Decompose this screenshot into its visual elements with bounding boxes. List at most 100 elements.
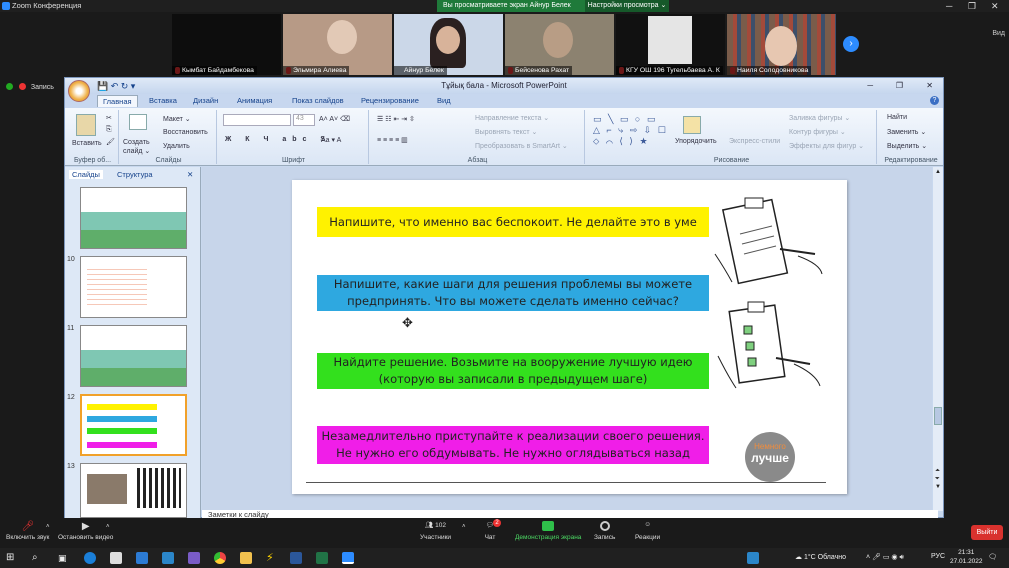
reactions-button[interactable]: ☺ Реакции [635, 521, 660, 541]
quick-access-icons[interactable]: 💾 ↶ ↻ ▾ [97, 78, 135, 94]
align-text-button[interactable]: Выровнять текст ⌄ [475, 128, 537, 136]
office-button-icon[interactable] [68, 80, 90, 102]
participants-button[interactable]: 👥︎ 102 Участники [420, 521, 451, 541]
ppt-minimize-icon[interactable]: ─ [867, 78, 873, 94]
tab-home[interactable]: Главная [97, 95, 138, 107]
tab-slideshow[interactable]: Показ слайдов [292, 96, 344, 105]
word-icon[interactable] [290, 552, 302, 564]
edge-icon[interactable] [84, 552, 96, 564]
font-grow-icon[interactable]: A˄ A˅ ⌫ [319, 115, 350, 123]
quick-styles-button[interactable]: Экспресс-стили [729, 138, 780, 145]
slide-thumbnail-current[interactable] [80, 394, 187, 456]
new-slide-icon[interactable] [129, 114, 147, 130]
restore-icon[interactable]: ❐ [968, 0, 976, 12]
search-icon[interactable]: ⌕ [32, 552, 44, 564]
participant-tile[interactable]: Айнур Белек [394, 14, 503, 75]
participant-tile[interactable]: Кымбат Байдамбекова [172, 14, 281, 75]
participant-tile[interactable]: Бейсенова Рахат [505, 14, 614, 75]
cut-icon[interactable]: ✂ [106, 114, 112, 122]
participant-tile[interactable]: КГУ ОШ 196 Тугельбаева А. К [616, 14, 725, 75]
video-options-icon[interactable]: ˄ [106, 524, 110, 530]
smartart-button[interactable]: Преобразовать в SmartArt ⌄ [475, 142, 568, 150]
find-button[interactable]: Найти [887, 114, 907, 121]
ppt-close-icon[interactable]: ✕ [926, 78, 933, 94]
list-icons[interactable]: ☰ ☷ ⇤ ⇥ ⇳ [377, 115, 415, 123]
participant-tile[interactable]: Наиля Солодовникова [727, 14, 836, 75]
scroll-page-icons[interactable]: ⏶ ⏷ ▼ [935, 467, 941, 491]
view-button[interactable]: Вид [992, 30, 1005, 37]
text-direction-button[interactable]: Направление текста ⌄ [475, 114, 549, 122]
tab-insert[interactable]: Вставка [149, 96, 177, 105]
chrome-icon[interactable] [214, 552, 226, 564]
tab-design[interactable]: Дизайн [193, 96, 218, 105]
shapes-gallery-icon[interactable]: ▭ ╲ ▭ ○ ▭ △ ⌐ ⤷ ⇨ ⇩ ☐ ⬦ ⌒ ⟨ ⟩ ★ [593, 114, 668, 147]
app-bolt-icon[interactable]: ⚡︎ [266, 552, 278, 564]
notifications-icon[interactable]: 🗨︎ [988, 553, 997, 561]
font-color-icon[interactable]: Aa ▾ A [321, 136, 341, 144]
font-format-icons[interactable]: Ж К Ч abc S [225, 136, 331, 143]
shape-fill-button[interactable]: Заливка фигуры ⌄ [789, 114, 850, 122]
layout-button[interactable]: Макет ⌄ [163, 115, 191, 123]
shape-outline-button[interactable]: Контур фигуры ⌄ [789, 128, 846, 136]
select-button[interactable]: Выделить ⌄ [887, 142, 927, 150]
slide-thumbnail[interactable] [80, 256, 187, 318]
copy-icon[interactable]: ⎘ [106, 126, 112, 134]
scroll-up-icon[interactable]: ▲ [935, 169, 941, 175]
record-button[interactable]: Запись [594, 521, 615, 541]
tab-animation[interactable]: Анимация [237, 96, 272, 105]
delete-button[interactable]: Удалить [163, 143, 190, 150]
step-4-box[interactable]: Незамедлительно приступайте к реализации… [317, 426, 709, 464]
replace-button[interactable]: Заменить ⌄ [887, 128, 926, 136]
shape-effects-button[interactable]: Эффекты для фигур ⌄ [789, 142, 864, 150]
view-options-button[interactable]: Настройки просмотра ⌄ [585, 0, 669, 12]
unmute-button[interactable]: 🎤︎ Включить звук [6, 521, 49, 541]
folder-icon[interactable] [240, 552, 252, 564]
slide-thumbnail[interactable] [80, 325, 187, 387]
minimize-icon[interactable]: ─ [946, 0, 952, 12]
help-icon[interactable]: ? [930, 96, 939, 105]
zoom-taskbar-icon[interactable] [342, 552, 354, 564]
tab-view[interactable]: Вид [437, 96, 451, 105]
step-3-box[interactable]: Найдите решение. Возьмите на вооружение … [317, 353, 709, 389]
gallery-next-icon[interactable]: › [843, 36, 859, 52]
slide-thumbnail[interactable] [80, 463, 187, 518]
ppt-restore-icon[interactable]: ❐ [896, 78, 903, 94]
leave-button[interactable]: Выйти [971, 525, 1003, 540]
format-painter-icon[interactable]: 🖌 [106, 138, 115, 146]
step-1-box[interactable]: Напишите, что именно вас беспокоит. Не д… [317, 207, 709, 237]
font-size-select[interactable]: 43 [293, 114, 315, 126]
pane-close-icon[interactable]: ✕ [187, 170, 193, 179]
audio-options-icon[interactable]: ˄ [46, 524, 50, 530]
paste-button[interactable]: Вставить [72, 140, 102, 147]
app-l-tray-icon[interactable] [747, 552, 759, 564]
app-icon[interactable] [188, 552, 200, 564]
participants-options-icon[interactable]: ˄ [462, 524, 466, 530]
tab-slides[interactable]: Слайды [69, 170, 103, 179]
slide-thumbnail[interactable] [80, 187, 187, 249]
new-slide-button[interactable]: Создать слайд ⌄ [123, 138, 157, 156]
store-icon[interactable] [110, 552, 122, 564]
font-family-select[interactable] [223, 114, 291, 126]
reset-button[interactable]: Восстановить [163, 129, 208, 136]
chat-button[interactable]: 💬︎ Чат 2 [484, 519, 501, 541]
language-indicator[interactable]: РУС [931, 553, 945, 560]
app-l-icon[interactable] [162, 552, 174, 564]
tray-icons[interactable]: ˄ 🎤︎ ▭ ◉ 🔊︎ [866, 553, 904, 562]
share-screen-button[interactable]: Демонстрация экрана [515, 521, 581, 541]
arrange-button[interactable]: Упорядочить [675, 138, 717, 145]
participant-tile[interactable]: Эльмира Алиева [283, 14, 392, 75]
task-view-icon[interactable]: ▣ [58, 552, 70, 564]
weather-widget[interactable]: ☁ 1°C Облачно [795, 553, 846, 561]
align-icons[interactable]: ≡ ≡ ≡ ≡ ▥ [377, 136, 408, 144]
tab-outline[interactable]: Структура [117, 170, 153, 179]
tab-review[interactable]: Рецензирование [361, 96, 419, 105]
recording-indicator[interactable]: Запись [6, 83, 54, 91]
clock[interactable]: 21:31 27.01.2022 [950, 548, 983, 566]
excel-icon[interactable] [316, 552, 328, 564]
current-slide[interactable]: Напишите, что именно вас беспокоит. Не д… [292, 180, 847, 494]
vertical-scrollbar[interactable]: ▲ ⏶ ⏷ ▼ [933, 167, 943, 511]
arrange-icon[interactable] [683, 116, 701, 134]
mail-icon[interactable] [136, 552, 148, 564]
close-icon[interactable]: ✕ [991, 0, 999, 12]
paste-icon[interactable] [76, 114, 96, 136]
